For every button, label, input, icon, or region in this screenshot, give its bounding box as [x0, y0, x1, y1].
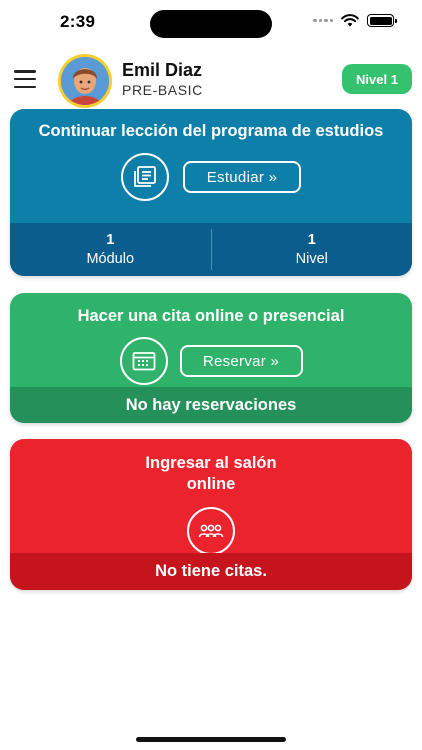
stat-level-value: 1	[307, 232, 316, 248]
study-stats: 1 Módulo 1 Nivel	[10, 223, 412, 276]
study-card: Continuar lección del programa de estudi…	[10, 109, 412, 276]
status-bar: 2:39	[0, 0, 422, 48]
classroom-status: No tiene citas.	[10, 553, 412, 590]
stat-module: 1 Módulo	[10, 223, 211, 276]
classroom-title-line1: Ingresar al salón	[145, 454, 277, 472]
course-book-icon	[121, 153, 169, 201]
wifi-icon	[341, 14, 359, 27]
status-icons	[313, 14, 397, 27]
stat-module-value: 1	[106, 232, 115, 248]
study-button[interactable]: Estudiar »	[183, 161, 301, 193]
avatar[interactable]	[58, 54, 112, 108]
menu-icon[interactable]	[14, 70, 36, 88]
status-time: 2:39	[60, 12, 96, 31]
book-button[interactable]: Reservar »	[179, 345, 303, 377]
stat-module-label: Módulo	[86, 251, 135, 267]
stat-level: 1 Nivel	[210, 229, 413, 270]
classroom-title-line2: online	[186, 475, 236, 493]
user-name: Emil Diaz	[122, 60, 203, 80]
classroom-card-title: Ingresar al salón online	[10, 439, 412, 495]
calendar-icon	[119, 337, 168, 385]
home-indicator	[136, 737, 286, 742]
dynamic-island	[150, 10, 272, 38]
level-badge[interactable]: Nivel 1	[342, 64, 412, 94]
booking-action-row: Reservar »	[10, 337, 412, 385]
study-card-title: Continuar lección del programa de estudi…	[38, 122, 384, 140]
signal-icon	[313, 18, 333, 23]
classroom-action-row	[10, 507, 412, 555]
classroom-card[interactable]: Ingresar al salón online No tiene citas.	[10, 439, 412, 590]
booking-card-title: Hacer una cita online o presencial	[77, 307, 345, 325]
avatar-illustration	[61, 57, 109, 105]
app-header: Emil Diaz PRE-BASIC Nivel 1	[0, 52, 422, 108]
battery-icon	[367, 14, 397, 27]
user-level: PRE-BASIC	[122, 82, 203, 98]
booking-status: No hay reservaciones	[10, 387, 412, 423]
study-action-row: Estudiar »	[10, 153, 412, 201]
stat-level-label: Nivel	[295, 251, 328, 267]
booking-card: Hacer una cita online o presencial Reser…	[10, 293, 412, 423]
group-icon[interactable]	[187, 507, 235, 555]
